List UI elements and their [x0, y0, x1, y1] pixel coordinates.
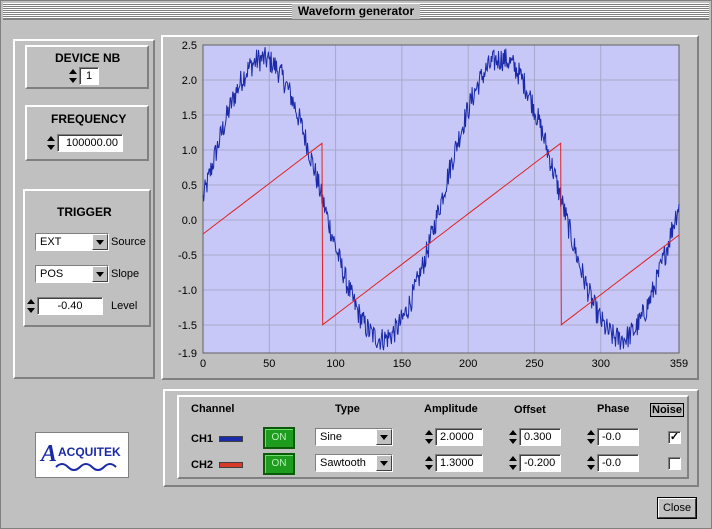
y-tick-label: 1.5	[182, 110, 197, 122]
y-tick-label: -1.0	[178, 285, 197, 297]
trigger-level-label: Level	[111, 300, 138, 312]
ch2-amplitude-input[interactable]: 1.3000	[435, 454, 483, 472]
trigger-source-value: EXT	[40, 236, 62, 248]
y-tick-label: 1.0	[182, 145, 197, 157]
ch1-amplitude-input[interactable]: 2.0000	[435, 428, 483, 446]
frequency-panel: FREQUENCY 100000.00	[25, 105, 149, 161]
ch2-phase-spinner[interactable]	[587, 454, 595, 472]
x-tick-label: 200	[459, 358, 477, 370]
trigger-source-label: Source	[111, 236, 146, 248]
header-channel: Channel	[191, 403, 235, 415]
x-tick-label: 359	[670, 358, 688, 370]
frequency-label: FREQUENCY	[51, 112, 127, 126]
y-tick-label: 0.5	[182, 180, 197, 192]
logo-text: ACQUITEK	[58, 445, 121, 459]
ch2-on-button[interactable]: ON	[263, 453, 295, 475]
trigger-label: TRIGGER	[57, 205, 112, 219]
device-label: DEVICE NB	[55, 51, 121, 65]
trigger-source-dropdown[interactable]: EXT	[35, 233, 109, 251]
ch1-noise-checkbox[interactable]: ✓	[668, 431, 681, 444]
ch1-color-swatch	[219, 436, 243, 442]
y-tick-label: 0.0	[182, 215, 197, 227]
ch2-type-value: Sawtooth	[320, 457, 366, 469]
trigger-level-input[interactable]: -0.40	[37, 297, 103, 315]
title-bar: Waveform generator	[3, 3, 709, 20]
y-tick-label: -1.9	[178, 348, 197, 360]
y-tick-label: -0.5	[178, 250, 197, 262]
window-title: Waveform generator	[291, 4, 421, 19]
close-button[interactable]: Close	[658, 498, 696, 518]
ch2-color-swatch	[219, 462, 243, 468]
header-offset: Offset	[514, 404, 546, 416]
ch1-phase-spinner[interactable]	[587, 428, 595, 446]
trigger-level-spinner[interactable]	[27, 297, 35, 315]
device-panel: DEVICE NB 1	[25, 45, 149, 89]
chevron-down-icon[interactable]	[376, 429, 392, 445]
y-tick-label: 2.5	[182, 40, 197, 52]
ch1-type-dropdown[interactable]: Sine	[315, 428, 393, 446]
ch1-amplitude-spinner[interactable]	[425, 428, 433, 446]
plot-panel: 0 50 100 150 200 250 300 359 2.5 2.0 1.5 1.0 0.5 0.0 -…	[161, 35, 699, 380]
x-tick-label: 250	[525, 358, 543, 370]
ch1-offset-spinner[interactable]	[509, 428, 517, 446]
ch1-type-value: Sine	[320, 431, 343, 443]
trigger-slope-label: Slope	[111, 268, 140, 280]
settings-panel: DEVICE NB 1 FREQUENCY 100000.00 TRIGGER …	[13, 39, 155, 379]
logo-graphic: A ACQUITEK	[39, 441, 121, 471]
svg-text:A: A	[39, 441, 57, 467]
device-spinner[interactable]	[69, 67, 77, 85]
channel-table: Channel Type Amplitude Offset Phase Nois…	[177, 395, 689, 479]
ch1-offset-input[interactable]: 0.300	[519, 428, 561, 446]
header-type: Type	[335, 403, 360, 415]
acquitek-logo: A ACQUITEK	[35, 432, 129, 478]
trigger-slope-value: POS	[40, 268, 64, 280]
ch1-name: CH1	[191, 433, 214, 445]
ch1-phase-input[interactable]: -0.0	[597, 428, 639, 446]
waveform-generator-window: Waveform generator DEVICE NB 1 FREQUENCY…	[0, 0, 712, 529]
ch2-offset-input[interactable]: -0.200	[519, 454, 561, 472]
header-amplitude: Amplitude	[424, 403, 478, 415]
ch1-on-button[interactable]: ON	[263, 427, 295, 449]
device-input[interactable]: 1	[79, 67, 99, 85]
header-noise: Noise	[650, 403, 684, 417]
x-tick-label: 0	[200, 358, 206, 370]
ch2-offset-spinner[interactable]	[509, 454, 517, 472]
x-tick-label: 300	[592, 358, 610, 370]
ch2-noise-checkbox[interactable]	[668, 457, 681, 470]
frequency-input[interactable]: 100000.00	[57, 134, 123, 152]
x-tick-label: 100	[326, 358, 344, 370]
chevron-down-icon[interactable]	[92, 266, 108, 282]
y-tick-label: -1.5	[178, 320, 197, 332]
trigger-slope-dropdown[interactable]: POS	[35, 265, 109, 283]
waveform-chart: 0 50 100 150 200 250 300 359 2.5 2.0 1.5 1.0 0.5 0.0 -…	[178, 40, 688, 370]
x-tick-label: 50	[263, 358, 275, 370]
x-tick-label: 150	[393, 358, 411, 370]
trigger-panel: TRIGGER EXT Source POS Slope -0.40 Level	[23, 189, 151, 327]
ch2-phase-input[interactable]: -0.0	[597, 454, 639, 472]
channel-panel: Channel Type Amplitude Offset Phase Nois…	[163, 389, 699, 487]
ch2-type-dropdown[interactable]: Sawtooth	[315, 454, 393, 472]
y-tick-label: 2.0	[182, 75, 197, 87]
chevron-down-icon[interactable]	[92, 234, 108, 250]
header-phase: Phase	[597, 403, 630, 415]
ch2-amplitude-spinner[interactable]	[425, 454, 433, 472]
ch2-name: CH2	[191, 459, 214, 471]
chevron-down-icon[interactable]	[376, 455, 392, 471]
frequency-spinner[interactable]	[47, 134, 55, 152]
